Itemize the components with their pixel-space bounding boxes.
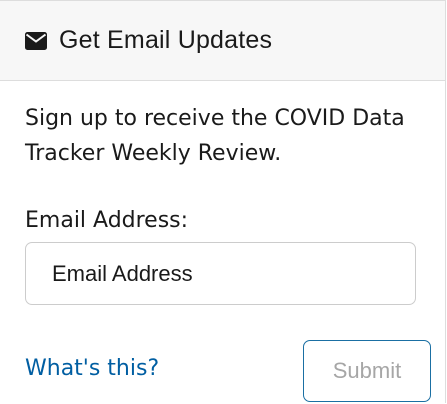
- envelope-icon: [25, 31, 49, 51]
- panel-header: Get Email Updates: [0, 1, 445, 81]
- signup-description: Sign up to receive the COVID Data Tracke…: [25, 106, 405, 166]
- email-input[interactable]: [25, 242, 416, 305]
- panel-title: Get Email Updates: [59, 26, 273, 54]
- submit-button[interactable]: Submit: [303, 340, 431, 402]
- email-label: Email Address:: [25, 208, 189, 233]
- whats-this-link[interactable]: What's this?: [25, 356, 159, 381]
- email-updates-panel: Get Email Updates Sign up to receive the…: [0, 0, 446, 403]
